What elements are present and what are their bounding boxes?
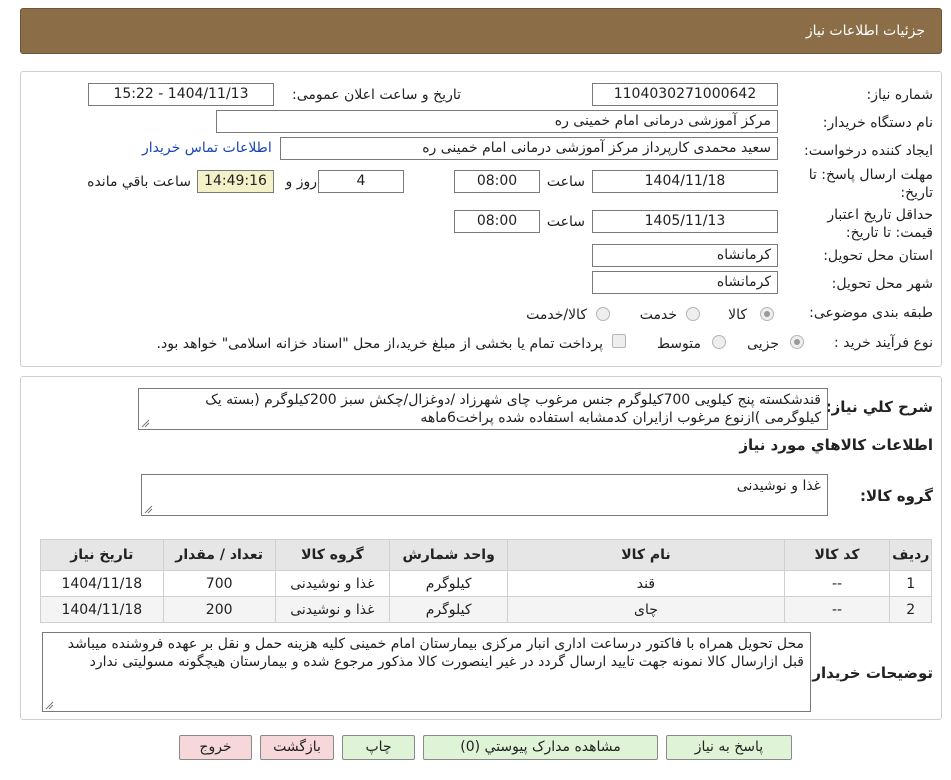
goods-group-field: غذا و نوشیدنی (141, 474, 828, 516)
province-field: کرمانشاه (592, 244, 778, 267)
category-service-label: خدمت (639, 307, 677, 323)
deadline-date-field: 1404/11/18 (592, 170, 778, 193)
time-remaining-label: ساعت باقي مانده (87, 174, 191, 190)
table-row: 2 -- چای کیلوگرم غذا و نوشیدنی 200 1404/… (40, 596, 932, 623)
col-item-name: نام کالا (507, 539, 785, 571)
unit-cell: کیلوگرم (388, 570, 509, 597)
table-row: 1 -- قند کیلوگرم غذا و نوشیدنی 700 1404/… (40, 570, 932, 597)
goods-table-header: رديف کد کالا نام کالا واحد شمارش گروه کا… (40, 539, 932, 571)
province-label: استان محل تحویل: (823, 248, 933, 264)
item-group-cell: غذا و نوشیدنی (274, 596, 390, 623)
announce-field: 1404/11/13 - 15:22 (88, 83, 274, 106)
row-number-cell: 1 (889, 570, 932, 597)
process-minor-label: جزیی (747, 336, 779, 352)
need-date-cell: 1404/11/18 (40, 596, 164, 623)
quantity-cell: 200 (162, 596, 276, 623)
reply-button[interactable]: پاسخ به نیاز (666, 735, 792, 760)
buyer-notes-label: توضیحات خریدار: (806, 664, 933, 682)
category-goods-service-radio[interactable] (596, 307, 610, 321)
validity-time-field: 08:00 (454, 210, 540, 233)
need-number-field: 1104030271000642 (592, 83, 778, 106)
attachments-button[interactable]: مشاهده مدارک پیوستي (0) (423, 735, 658, 760)
validity-label-line1: حداقل تاریخ اعتبار (827, 207, 933, 223)
item-name-cell: قند (507, 570, 785, 597)
city-label: شهر محل تحویل: (831, 276, 933, 292)
description-text: قندشکسته پنج کیلویی 700کیلوگرم جنس مرغوب… (138, 388, 828, 430)
days-label: روز و (285, 174, 318, 190)
col-row-number: رديف (889, 539, 932, 571)
back-button[interactable]: بازگشت (260, 735, 334, 760)
category-label: طبقه بندی موضوعی: (809, 305, 933, 321)
col-need-date: تاریخ نیاز (40, 539, 164, 571)
validity-label: حداقل تاریخ اعتبار قیمت: تا تاریخ: (827, 206, 933, 242)
item-code-cell: -- (783, 596, 891, 623)
process-medium-radio[interactable] (712, 335, 726, 349)
validity-date-field: 1405/11/13 (592, 210, 778, 233)
exit-button[interactable]: خروج (179, 735, 252, 760)
print-button[interactable]: چاپ (342, 735, 415, 760)
deadline-label-line2: تاریخ: (900, 185, 933, 201)
quantity-cell: 700 (162, 570, 276, 597)
days-remaining-field: 4 (318, 170, 404, 193)
announce-label: تاریخ و ساعت اعلان عمومی: (292, 87, 461, 103)
time-remaining-field: 14:49:16 (197, 170, 274, 193)
resize-handle-icon[interactable] (45, 701, 54, 710)
creator-field: سعید محمدی کارپرداز مرکز آموزشی درمانی ا… (280, 137, 778, 160)
deadline-time-field: 08:00 (454, 170, 540, 193)
process-minor-radio[interactable] (790, 335, 804, 349)
category-service-radio[interactable] (686, 307, 700, 321)
city-field: کرمانشاه (592, 271, 778, 294)
goods-section-title: اطلاعات کالاهاي مورد نياز (739, 436, 933, 454)
col-item-group: گروه کالا (274, 539, 390, 571)
goods-group-label: گروه کالا: (860, 487, 933, 505)
goods-table: رديف کد کالا نام کالا واحد شمارش گروه کا… (40, 539, 932, 623)
process-type-label: نوع فرآیند خرید : (834, 335, 933, 351)
need-number-label: شماره نیاز: (866, 87, 934, 103)
item-group-cell: غذا و نوشیدنی (274, 570, 390, 597)
deadline-label: مهلت ارسال پاسخ: تا تاریخ: (809, 166, 933, 202)
buyer-org-field: مرکز آموزشی درمانی امام خمینی ره (216, 110, 778, 133)
description-content: قندشکسته پنج کیلویی 700کیلوگرم جنس مرغوب… (205, 392, 821, 426)
resize-handle-icon[interactable] (144, 505, 153, 514)
deadline-label-line1: مهلت ارسال پاسخ: تا (808, 167, 933, 183)
validity-time-label: ساعت (546, 214, 585, 230)
col-unit: واحد شمارش (388, 539, 509, 571)
category-goods-label: کالا (728, 307, 747, 323)
validity-label-line2: قیمت: تا تاریخ: (845, 225, 933, 241)
description-label: شرح کلي نياز: (825, 398, 933, 416)
buyer-notes-text: محل تحویل همراه با فاکتور درساعت اداری ا… (67, 636, 804, 670)
treasury-payment-checkbox[interactable] (612, 334, 626, 348)
col-quantity: تعداد / مقدار (162, 539, 276, 571)
category-goods-service-label: کالا/خدمت (526, 307, 587, 323)
buyer-notes-field: محل تحویل همراه با فاکتور درساعت اداری ا… (42, 632, 811, 712)
goods-group-value: غذا و نوشیدنی (736, 478, 821, 494)
category-goods-radio[interactable] (760, 307, 774, 321)
buyer-contact-link[interactable]: اطلاعات تماس خریدار (142, 140, 272, 156)
item-code-cell: -- (783, 570, 891, 597)
process-medium-label: متوسط (657, 336, 701, 352)
treasury-payment-note: پرداخت تمام یا بخشی از مبلغ خرید،از محل … (156, 336, 603, 352)
row-number-cell: 2 (889, 596, 932, 623)
page-header: جزئیات اطلاعات نیاز (20, 8, 942, 54)
resize-handle-icon[interactable] (141, 419, 150, 428)
buyer-org-label: نام دستگاه خریدار: (822, 115, 933, 131)
creator-label: ایجاد کننده درخواست: (804, 143, 933, 159)
need-date-cell: 1404/11/18 (40, 570, 164, 597)
deadline-time-label: ساعت (546, 174, 585, 190)
unit-cell: کیلوگرم (388, 596, 509, 623)
item-name-cell: چای (507, 596, 785, 623)
page-title: جزئیات اطلاعات نیاز (805, 23, 925, 39)
col-item-code: کد کالا (783, 539, 891, 571)
